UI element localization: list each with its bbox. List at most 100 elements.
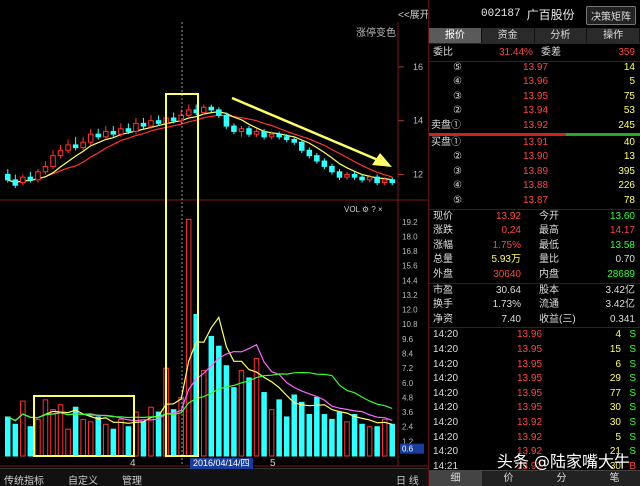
direction: S xyxy=(629,329,636,341)
value: 1.73% xyxy=(492,299,521,311)
volume-bar xyxy=(42,399,49,457)
level: ④ xyxy=(453,180,462,192)
volume-bar xyxy=(306,414,313,457)
candle-body xyxy=(20,176,26,184)
candle-body xyxy=(389,179,395,184)
tab-operation[interactable]: 操作 xyxy=(587,28,640,43)
tab-funds[interactable]: 资金 xyxy=(481,28,535,43)
candle-body xyxy=(223,114,230,127)
volume-axis-label: 10.8 xyxy=(402,320,418,329)
price: 13.92 xyxy=(523,120,549,131)
detail-tab[interactable]: 分 xyxy=(535,471,588,486)
price: 13.92 xyxy=(517,417,543,428)
custom-button[interactable]: 自定义 xyxy=(68,472,98,486)
price: 13.92 xyxy=(517,431,543,443)
candle-body xyxy=(27,176,34,181)
kline-chart[interactable]: <<展开涨停变色 16 14 12 VOL ⚙ ? × 19.2 18.0 16.8 15.6 1… xyxy=(0,0,428,486)
value: 3.42亿 xyxy=(605,299,635,311)
candle-body xyxy=(148,120,154,127)
label: 量比 xyxy=(539,254,559,266)
candle-body xyxy=(344,173,350,178)
direction: S xyxy=(629,431,636,443)
level: 买盘① xyxy=(431,136,461,148)
volume-axis-label: 3.6 xyxy=(402,408,414,417)
volume-axis-label: 7.2 xyxy=(402,364,414,373)
stat2-row: 市盈 30.64 股本 3.42亿 xyxy=(429,284,640,299)
label: 外盘 xyxy=(433,269,453,280)
volume-bar xyxy=(5,416,11,457)
direction: S xyxy=(629,417,636,428)
manage-button[interactable]: 管理 xyxy=(122,472,142,486)
volume: 395 xyxy=(618,165,635,177)
stat2-row: 换手 1.73% 流通 3.42亿 xyxy=(429,298,640,313)
candle-body xyxy=(185,109,192,116)
candle-body xyxy=(170,117,177,122)
vol-ma-magenta xyxy=(7,343,393,422)
watermark: 头条 @陆家嘴大牛 xyxy=(496,452,630,471)
kline-chart-area[interactable]: <<展开 涨停变色 16 14 12 VOL ⚙ ? × 19.2 18.0 16.8 15.6 1… xyxy=(0,0,428,486)
volume-axis-label: 19.2 xyxy=(402,218,418,227)
label: 股本 xyxy=(539,284,559,296)
candle-body xyxy=(80,141,86,149)
traditional-indicators-button[interactable]: 传统指标 xyxy=(4,472,44,486)
tick-row: 14:20 13.92 5 S xyxy=(429,431,640,446)
value: 3.42亿 xyxy=(605,284,635,296)
expand-button[interactable]: <<展开 xyxy=(398,9,428,21)
candle-body xyxy=(291,139,297,143)
volume-bar xyxy=(27,426,34,457)
volume-bar xyxy=(35,418,41,457)
value: 1.75% xyxy=(492,239,521,251)
price: 13.95 xyxy=(523,90,549,102)
volume-axis-label: 13.2 xyxy=(402,291,418,300)
tab-analysis[interactable]: 分析 xyxy=(534,28,588,43)
chart-mode-label: 涨停变色 xyxy=(356,26,396,39)
cursor-date-badge: 2016/04/14/四 xyxy=(190,458,253,469)
candle-body xyxy=(314,155,320,162)
decision-matrix-button[interactable]: 决策矩阵 xyxy=(586,6,636,25)
tab-quote[interactable]: 报价 xyxy=(429,28,482,43)
time: 14:20 xyxy=(433,358,459,370)
level: ③ xyxy=(453,165,462,177)
label: 最高 xyxy=(539,225,559,237)
bid-row: ⑤ 13.87 78 xyxy=(429,194,640,209)
price: 13.94 xyxy=(523,105,549,117)
day-line-label[interactable]: 日 线 xyxy=(396,472,419,486)
candle-body xyxy=(276,133,282,138)
value: 31.44% xyxy=(499,47,533,58)
volume-bar xyxy=(20,400,26,457)
volume-bar xyxy=(374,426,380,457)
price-axis-label: 16 xyxy=(413,62,423,72)
price: 13.95 xyxy=(517,387,543,399)
level: ② xyxy=(453,151,462,163)
level: 卖盘① xyxy=(431,120,461,131)
volume-bar xyxy=(321,414,328,457)
volume-axis-label: 9.6 xyxy=(402,335,414,344)
quote-panel: 002187 广百股份 决策矩阵 报价 资金 分析 操作 委比 31.44% 委差 3… xyxy=(428,0,640,486)
volume: 30 xyxy=(609,402,621,414)
value: 28689 xyxy=(607,269,635,280)
volume-bar xyxy=(110,428,117,457)
volume-bar xyxy=(246,377,252,457)
bid-row: ③ 13.89 395 xyxy=(429,165,640,180)
volume-bar xyxy=(261,392,267,457)
volume: 245 xyxy=(618,120,635,131)
candle-body xyxy=(381,179,388,184)
label: 涨幅 xyxy=(433,239,453,251)
volume-bar xyxy=(314,396,320,457)
stock-header: 002187 广百股份 决策矩阵 xyxy=(429,0,640,28)
detail-tab[interactable]: 价 xyxy=(482,471,535,486)
price: 13.95 xyxy=(517,373,543,385)
ask-row: ④ 13.96 5 xyxy=(429,75,640,90)
volume-bar xyxy=(344,421,350,457)
candle-body xyxy=(50,155,56,167)
time: 14:20 xyxy=(433,344,459,355)
volume-bar xyxy=(80,418,86,457)
detail-tab[interactable]: 细 xyxy=(429,471,482,486)
volume-bar xyxy=(208,335,215,457)
detail-tab[interactable]: 笔 xyxy=(588,471,640,486)
vol-indicator-label: VOL ⚙ ? × xyxy=(344,205,383,214)
price: 13.89 xyxy=(523,165,549,177)
volume-bar xyxy=(170,409,177,457)
level: ② xyxy=(453,105,462,117)
volume-bar xyxy=(381,418,388,457)
